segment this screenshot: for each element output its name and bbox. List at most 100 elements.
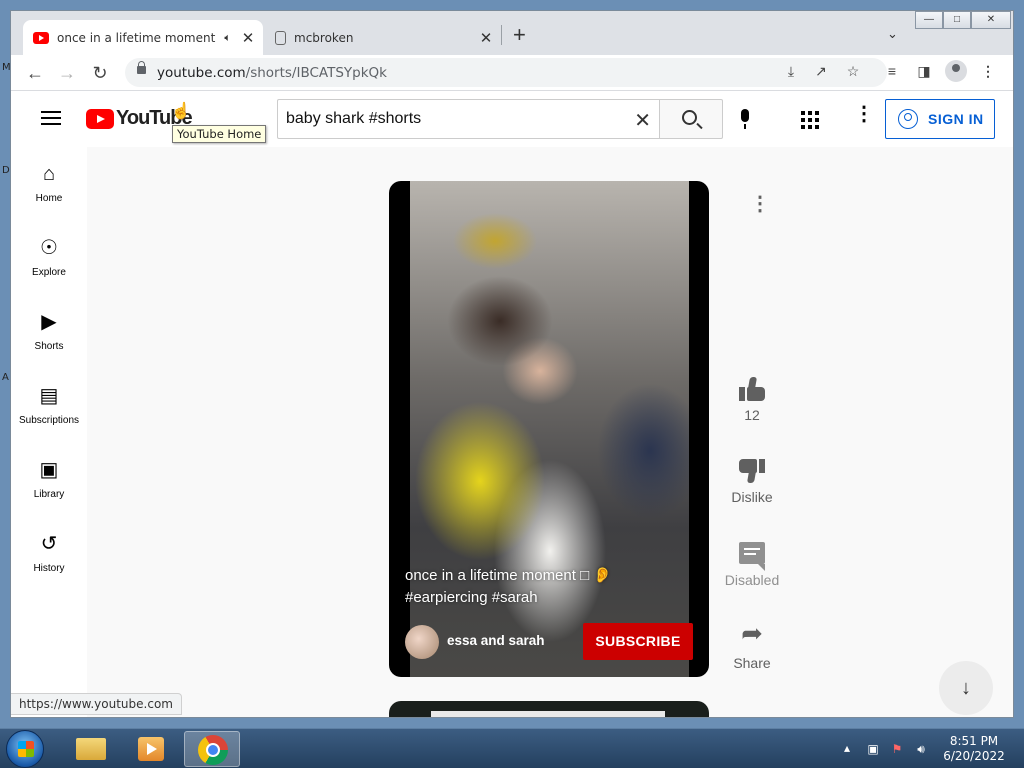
volume-icon[interactable]: 🔊︎ bbox=[914, 742, 928, 756]
windows-taskbar: ▴ ▣ ⚑ 🔊︎ 8:51 PM 6/20/2022 bbox=[0, 728, 1024, 768]
browser-window: once in a lifetime moment □ 🔈︎ ✕ mcbroke… bbox=[10, 10, 1014, 718]
next-short-preview[interactable] bbox=[389, 701, 709, 717]
sidebar-item-label: Subscriptions bbox=[18, 415, 80, 426]
youtube-play-icon bbox=[86, 108, 114, 129]
new-tab-button[interactable]: + bbox=[513, 24, 526, 46]
video-title[interactable]: once in a lifetime moment □ 👂 #earpierci… bbox=[405, 565, 685, 609]
arrow-down-icon: ↓ bbox=[961, 677, 971, 699]
tab-title: once in a lifetime moment □ bbox=[57, 30, 221, 45]
minimize-button[interactable]: — bbox=[915, 11, 943, 29]
sidebar-item-label: Library bbox=[33, 489, 65, 500]
subscriptions-icon: ▤ bbox=[39, 385, 59, 407]
tray-expand-icon[interactable]: ▴ bbox=[844, 741, 850, 755]
address-bar[interactable]: youtube.com/shorts/IBCATSYpkQk ⤓ ↗ ☆ bbox=[125, 58, 887, 87]
close-tab-icon[interactable]: ✕ bbox=[477, 29, 495, 47]
restore-button[interactable]: □ bbox=[943, 11, 971, 29]
share-button[interactable]: ➦ Share bbox=[712, 617, 792, 671]
mini-guide-sidebar: ⌂ Home ☉ Explore ▶ Shorts ▤ Subscription… bbox=[11, 147, 87, 717]
back-arrow-icon[interactable]: ← bbox=[23, 61, 47, 85]
apps-grid-icon[interactable] bbox=[801, 111, 819, 129]
subscribe-button[interactable]: SUBSCRIBE bbox=[583, 623, 693, 660]
home-icon: ⌂ bbox=[42, 163, 56, 185]
browser-toolbar: ← → ↻ youtube.com/shorts/IBCATSYpkQk ⤓ ↗… bbox=[11, 55, 1013, 91]
mouse-cursor-icon: ☝ bbox=[171, 103, 191, 120]
search-button[interactable] bbox=[659, 99, 723, 139]
taskbar-chrome-button[interactable] bbox=[184, 731, 240, 767]
browser-menu-icon[interactable]: ⋮ bbox=[977, 63, 999, 80]
start-button[interactable] bbox=[6, 730, 44, 768]
sign-in-button[interactable]: SIGN IN bbox=[885, 99, 995, 139]
action-center-icon[interactable]: ⚑ bbox=[890, 742, 904, 756]
hamburger-menu-icon[interactable] bbox=[41, 111, 61, 126]
sidebar-item-home[interactable]: ⌂ Home bbox=[11, 147, 87, 221]
share-page-icon[interactable]: ↗ bbox=[811, 63, 831, 80]
channel-name[interactable]: essa and sarah bbox=[447, 633, 545, 648]
sidebar-item-label: Explore bbox=[32, 267, 66, 278]
sidebar-item-label: Home bbox=[35, 193, 63, 204]
tab-search-chevron-icon[interactable]: ⌄ bbox=[887, 26, 898, 42]
youtube-icon bbox=[33, 31, 49, 44]
shorts-video-player[interactable]: once in a lifetime moment □ 👂 #earpierci… bbox=[389, 181, 709, 677]
sidebar-item-subscriptions[interactable]: ▤ Subscriptions bbox=[11, 369, 87, 443]
youtube-page: YouTube ✕ ⋮ SIGN IN YouTube Home ☝ ⌂ Hom… bbox=[11, 91, 1013, 717]
video-more-options-icon[interactable]: ⋮ bbox=[750, 194, 770, 214]
share-arrow-icon: ➦ bbox=[741, 618, 763, 648]
dislike-button[interactable]: Dislike bbox=[712, 455, 792, 505]
tab-youtube-short[interactable]: once in a lifetime moment □ 🔈︎ ✕ bbox=[23, 20, 263, 55]
like-count: 12 bbox=[744, 407, 760, 423]
tab-mcbroken[interactable]: mcbroken ✕ bbox=[273, 20, 501, 55]
url-text[interactable]: youtube.com/shorts/IBCATSYpkQk bbox=[157, 65, 387, 81]
history-icon: ↺ bbox=[40, 533, 58, 555]
tab-strip: once in a lifetime moment □ 🔈︎ ✕ mcbroke… bbox=[11, 11, 1013, 55]
tab-title: mcbroken bbox=[294, 30, 354, 45]
comments-label: Disabled bbox=[724, 572, 780, 588]
logo-tooltip: YouTube Home bbox=[172, 125, 267, 143]
bookmark-star-icon[interactable]: ☆ bbox=[843, 63, 863, 80]
sidebar-item-explore[interactable]: ☉ Explore bbox=[11, 221, 87, 295]
search-input[interactable] bbox=[286, 110, 616, 128]
taskbar-media-player-button[interactable] bbox=[122, 731, 178, 767]
share-label: Share bbox=[733, 655, 771, 671]
clear-search-icon[interactable]: ✕ bbox=[634, 108, 651, 133]
comments-button[interactable]: Disabled bbox=[712, 537, 792, 588]
sidebar-item-label: History bbox=[33, 563, 65, 574]
speaker-icon[interactable]: 🔈︎ bbox=[224, 31, 231, 45]
sidebar-item-shorts[interactable]: ▶ Shorts bbox=[11, 295, 87, 369]
close-tab-icon[interactable]: ✕ bbox=[239, 29, 257, 47]
thumbs-down-icon bbox=[739, 459, 765, 483]
system-clock[interactable]: 8:51 PM 6/20/2022 bbox=[936, 734, 1012, 764]
taskbar-explorer-button[interactable] bbox=[62, 731, 118, 767]
like-button[interactable]: 12 bbox=[712, 373, 792, 423]
jar-icon bbox=[275, 30, 286, 45]
clock-time: 8:51 PM bbox=[949, 734, 999, 748]
sidebar-item-history[interactable]: ↺ History bbox=[11, 517, 87, 591]
library-icon: ▣ bbox=[39, 459, 59, 481]
install-icon[interactable]: ⤓ bbox=[781, 63, 801, 80]
reading-list-icon[interactable]: ≡ bbox=[881, 63, 903, 79]
shorts-icon: ▶ bbox=[41, 311, 57, 333]
folder-icon bbox=[76, 738, 106, 760]
account-icon bbox=[898, 109, 918, 129]
network-icon[interactable]: ▣ bbox=[866, 742, 880, 756]
clock-date: 6/20/2022 bbox=[943, 749, 1005, 763]
reload-icon[interactable]: ↻ bbox=[88, 61, 112, 85]
youtube-header: YouTube ✕ ⋮ SIGN IN YouTube Home ☝ bbox=[11, 91, 1013, 147]
compass-icon: ☉ bbox=[40, 237, 58, 259]
microphone-icon[interactable] bbox=[741, 109, 749, 129]
navigation-down-button[interactable]: ↓ bbox=[939, 661, 993, 715]
sidebar-item-label: Shorts bbox=[34, 341, 64, 352]
sidebar-item-library[interactable]: ▣ Library bbox=[11, 443, 87, 517]
channel-avatar[interactable] bbox=[405, 625, 439, 659]
profile-avatar-icon[interactable] bbox=[945, 60, 967, 82]
sign-in-label: SIGN IN bbox=[928, 111, 984, 127]
desktop-icon-label: A bbox=[2, 372, 9, 383]
forward-arrow-icon[interactable]: → bbox=[55, 61, 79, 85]
settings-more-icon[interactable]: ⋮ bbox=[854, 104, 874, 124]
search-box[interactable]: ✕ bbox=[277, 99, 659, 139]
lock-icon[interactable] bbox=[137, 61, 146, 74]
close-window-button[interactable]: ✕ bbox=[971, 11, 1011, 29]
dislike-label: Dislike bbox=[731, 489, 773, 505]
comment-icon bbox=[739, 542, 765, 571]
search-icon bbox=[682, 110, 697, 125]
side-panel-icon[interactable]: ◨ bbox=[913, 63, 935, 80]
